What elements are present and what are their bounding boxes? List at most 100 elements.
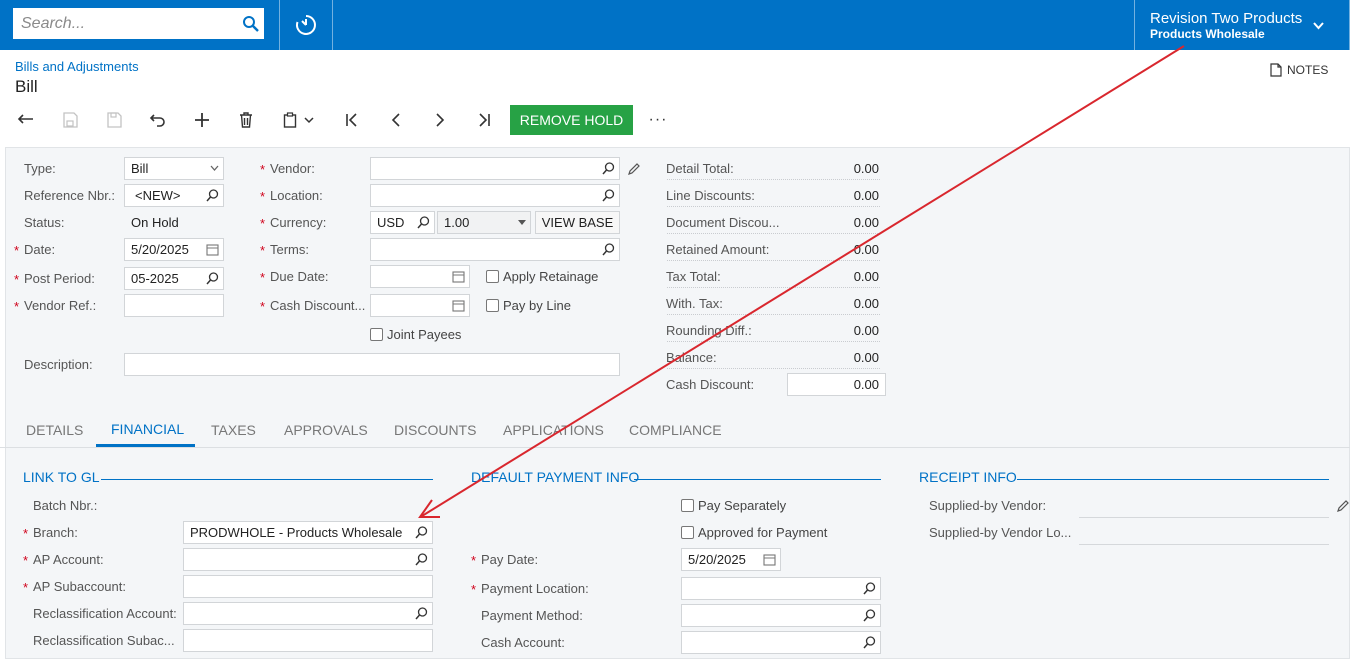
chevron-right-icon (436, 113, 445, 127)
required-marker: * (260, 270, 266, 285)
refnbr-value: <NEW> (135, 188, 181, 203)
notes-button[interactable]: NOTES (1270, 63, 1328, 77)
pay-location-field[interactable] (681, 577, 881, 600)
edit-icon[interactable] (1336, 499, 1350, 513)
tab-divider (0, 447, 1350, 448)
more-actions-button[interactable]: ··· (646, 108, 670, 132)
tenant-branch[interactable]: Products Wholesale (1150, 27, 1265, 41)
required-marker: * (260, 189, 266, 204)
edit-icon[interactable] (627, 162, 641, 176)
calendar-icon[interactable] (452, 299, 465, 312)
search-icon[interactable] (415, 607, 428, 620)
joint-payees-checkbox[interactable] (370, 328, 383, 341)
reclass-sub-field[interactable] (183, 629, 433, 652)
section-receipt-info: RECEIPT INFO (919, 469, 1017, 485)
pay-method-field[interactable] (681, 604, 881, 627)
view-base-button[interactable]: VIEW BASE (535, 211, 620, 234)
pay-by-line-checkbox[interactable] (486, 299, 499, 312)
vendor-field[interactable] (370, 157, 620, 180)
search-icon[interactable] (206, 189, 219, 202)
save-icon (107, 112, 122, 128)
cash-account-field[interactable] (681, 631, 881, 654)
duedate-field[interactable] (370, 265, 470, 288)
refnbr-field[interactable]: <NEW> (124, 184, 224, 207)
calendar-icon[interactable] (763, 553, 776, 566)
search-icon[interactable] (417, 216, 430, 229)
add-button[interactable] (190, 108, 214, 132)
terms-field[interactable] (370, 238, 620, 261)
remove-hold-button[interactable]: REMOVE HOLD (510, 105, 633, 135)
vendorref-field[interactable] (124, 294, 224, 317)
last-icon (479, 113, 490, 127)
tab-applications[interactable]: APPLICATIONS (503, 422, 604, 438)
type-label: Type: (24, 161, 56, 176)
calendar-icon[interactable] (452, 270, 465, 283)
next-record-button[interactable] (428, 108, 452, 132)
reclass-account-field[interactable] (183, 602, 433, 625)
tab-compliance[interactable]: COMPLIANCE (629, 422, 722, 438)
summary-value: 0.00 (853, 323, 879, 338)
tenant-name[interactable]: Revision Two Products (1150, 10, 1302, 27)
calendar-icon[interactable] (206, 243, 219, 256)
pay-method-label: Payment Method: (481, 608, 583, 623)
location-field[interactable] (370, 184, 620, 207)
chevron-down-icon (210, 165, 219, 171)
summary-value: 0.00 (853, 350, 879, 365)
cashdisc-date-field[interactable] (370, 294, 470, 317)
supplied-location-field[interactable] (1079, 544, 1329, 545)
type-value: Bill (131, 161, 149, 176)
summary-divider (667, 287, 880, 288)
search-icon[interactable] (415, 526, 428, 539)
search-icon[interactable] (242, 15, 260, 33)
last-record-button[interactable] (472, 108, 496, 132)
tab-discounts[interactable]: DISCOUNTS (394, 422, 476, 438)
cash-discount-field[interactable]: 0.00 (787, 373, 886, 396)
search-input[interactable]: Search... (13, 8, 264, 39)
summary-divider (667, 233, 880, 234)
undo-button[interactable] (146, 108, 170, 132)
approved-payment-checkbox[interactable] (681, 526, 694, 539)
search-icon[interactable] (602, 162, 615, 175)
description-field[interactable] (124, 353, 620, 376)
copy-paste-button[interactable] (278, 108, 302, 132)
search-icon[interactable] (863, 582, 876, 595)
history-icon[interactable] (294, 13, 318, 37)
tab-taxes[interactable]: TAXES (211, 422, 256, 438)
copy-paste-dropdown[interactable] (302, 108, 316, 132)
tab-approvals[interactable]: APPROVALS (284, 422, 368, 438)
postperiod-field[interactable]: 05-2025 (124, 267, 224, 290)
first-record-button[interactable] (340, 108, 364, 132)
apply-retainage-checkbox[interactable] (486, 270, 499, 283)
tab-details[interactable]: DETAILS (26, 422, 83, 438)
search-icon[interactable] (206, 272, 219, 285)
supplied-vendor-field[interactable] (1079, 517, 1329, 518)
required-marker: * (14, 243, 20, 258)
ap-account-field[interactable] (183, 548, 433, 571)
pay-separately-checkbox[interactable] (681, 499, 694, 512)
tab-financial[interactable]: FINANCIAL (111, 421, 184, 437)
description-label: Description: (24, 357, 93, 372)
prev-record-button[interactable] (384, 108, 408, 132)
currency-field[interactable]: USD (370, 211, 435, 234)
save-button[interactable] (102, 108, 126, 132)
pay-date-field[interactable]: 5/20/2025 (681, 548, 781, 571)
breadcrumb[interactable]: Bills and Adjustments (15, 59, 139, 74)
summary-value: 0.00 (853, 296, 879, 311)
currency-rate-field[interactable]: 1.00 (437, 211, 531, 234)
date-field[interactable]: 5/20/2025 (124, 238, 224, 261)
supplied-vendor-label: Supplied-by Vendor: (929, 498, 1047, 513)
search-icon[interactable] (863, 636, 876, 649)
type-select[interactable]: Bill (124, 157, 224, 180)
save-close-button[interactable] (58, 108, 82, 132)
ap-sub-field[interactable] (183, 575, 433, 598)
search-icon[interactable] (602, 243, 615, 256)
search-icon[interactable] (863, 609, 876, 622)
search-icon[interactable] (602, 189, 615, 202)
status-value: On Hold (131, 215, 179, 230)
search-icon[interactable] (415, 553, 428, 566)
back-button[interactable] (14, 108, 38, 132)
summary-label: Document Discou... (666, 215, 780, 230)
delete-button[interactable] (234, 108, 258, 132)
chevron-down-icon[interactable] (1312, 19, 1325, 32)
branch-field[interactable]: PRODWHOLE - Products Wholesale (183, 521, 433, 544)
